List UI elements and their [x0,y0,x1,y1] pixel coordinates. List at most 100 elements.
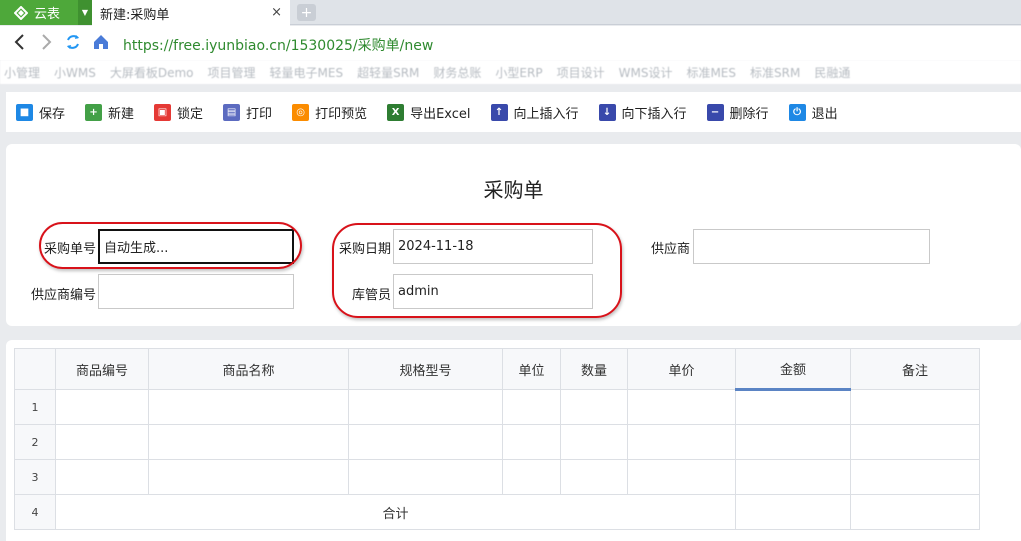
bookmark-item[interactable]: 项目设计 [557,64,605,81]
grid-cell[interactable] [560,459,628,495]
total-cell [850,494,980,530]
bookmark-item[interactable]: WMS设计 [619,64,673,81]
po-date-field[interactable]: 2024-11-18 [393,229,593,264]
toolbar-button-label: 退出 [811,106,838,122]
new-tab-button[interactable]: + [297,4,316,21]
row-number: 1 [14,389,56,425]
toolbar-button-insert-row-above[interactable]: ↑ 向上插入行 [490,103,579,122]
bookmark-item[interactable]: 小WMS [54,64,96,81]
bookmark-item[interactable]: 超轻量SRM [357,64,419,81]
print-preview-icon: ◎ [292,103,310,121]
total-cell [735,494,851,530]
browser-tab-strip: 云表 ▼ 新建:采购单 × + [0,0,1021,26]
column-header[interactable]: 商品编号 [55,348,149,390]
add-icon: + [85,103,103,121]
bookmark-item[interactable]: 大屏看板Demo [110,64,194,81]
toolbar-button-excel[interactable]: X 导出Excel [387,103,471,122]
tab-new-purchase-order[interactable]: 新建:采购单 × [92,0,290,26]
bookmark-item[interactable]: 小型ERP [495,64,542,81]
grid-cell[interactable] [850,424,980,460]
column-header-selected[interactable]: 金额 [735,348,851,391]
toolbar-button-label: 新建 [108,106,135,122]
grid-cell[interactable] [148,389,349,425]
grid-cell[interactable] [348,424,503,460]
tab-title: 新建:采购单 [100,7,170,23]
keeper-field[interactable]: admin [393,274,593,309]
toolbar-button-label: 删除行 [729,106,769,122]
grid-cell[interactable] [148,424,349,460]
insert-row-above-icon: ↑ [490,103,508,121]
table-row: 4 合计 [14,494,980,530]
bookmark-item[interactable]: 财务总账 [433,64,481,81]
detail-grid-panel: 商品编号 商品名称 规格型号 单位 数量 单价 金额 备注 1 2 3 4 合计 [6,340,1021,541]
toolbar-button-print-preview[interactable]: ◎ 打印预览 [292,103,367,122]
toolbar-button-delete-row[interactable]: − 删除行 [706,103,769,122]
grid-cell[interactable] [627,389,736,425]
grid-cell[interactable] [502,459,561,495]
brand-label: 云表 [34,7,61,22]
toolbar-button-label: 向上插入行 [513,106,579,122]
excel-icon: X [387,103,405,121]
table-row: 2 [14,424,980,460]
chevron-down-icon[interactable]: ▼ [78,0,92,25]
logo-icon [14,5,28,20]
grid-cell[interactable] [850,459,980,495]
column-header[interactable]: 数量 [560,348,628,390]
toolbar-button-label: 锁定 [177,106,204,122]
forward-icon[interactable] [40,33,54,54]
toolbar-button-label: 保存 [39,106,66,122]
supplier-code-field[interactable] [98,274,294,309]
grid-cell[interactable] [850,389,980,425]
home-icon[interactable] [92,33,110,54]
grid-cell[interactable] [627,459,736,495]
column-header[interactable]: 单位 [502,348,561,390]
grid-cell[interactable] [55,424,149,460]
toolbar-button-add[interactable]: + 新建 [85,103,134,122]
grid-cell[interactable] [560,424,628,460]
back-icon[interactable] [12,33,26,54]
column-header[interactable]: 备注 [850,348,980,390]
total-label: 合计 [55,494,736,530]
toolbar-button-label: 向下插入行 [621,106,687,122]
toolbar-button-power[interactable]: ⏻ 退出 [788,103,838,122]
bookmark-item[interactable]: 民融通 [814,64,850,81]
column-header[interactable]: 商品名称 [148,348,349,390]
app-menu-button[interactable]: 云表 [0,0,78,25]
column-header[interactable]: 单价 [627,348,736,390]
close-icon[interactable]: × [271,5,282,20]
bookmark-item[interactable]: 小管理 [4,64,40,81]
power-icon: ⏻ [788,103,806,121]
bookmark-item[interactable]: 标准MES [686,64,736,81]
toolbar-button-save[interactable]: ■ 保存 [16,103,65,122]
corner-cell [14,348,56,390]
grid-cell[interactable] [502,424,561,460]
grid-header-row: 商品编号 商品名称 规格型号 单位 数量 单价 金额 备注 [14,348,980,391]
grid-cell[interactable] [560,389,628,425]
supplier-label: 供应商 [651,242,691,257]
bookmarks-bar: 小管理 小WMS 大屏看板Demo 项目管理 轻量电子MES 超轻量SRM 财务总账 小型ER… [0,60,1021,84]
toolbar-button-print[interactable]: ▤ 打印 [223,103,272,122]
lock-icon: ▣ [154,103,172,121]
grid-cell[interactable] [502,389,561,425]
supplier-field[interactable] [693,229,930,264]
grid-cell[interactable] [348,389,503,425]
table-row: 1 [14,389,980,425]
po-number-field[interactable]: 自动生成... [98,229,294,264]
url-text[interactable]: https://free.iyunbiao.cn/1530025/采购单/new [123,35,433,55]
bookmark-item[interactable]: 轻量电子MES [270,64,344,81]
toolbar-button-lock[interactable]: ▣ 锁定 [154,103,203,122]
bookmark-item[interactable]: 项目管理 [208,64,256,81]
refresh-icon[interactable] [64,33,82,54]
grid-cell[interactable] [627,424,736,460]
grid-cell[interactable] [55,389,149,425]
grid-cell[interactable] [735,424,851,460]
grid-cell[interactable] [148,459,349,495]
toolbar-button-insert-row-below[interactable]: ↓ 向下插入行 [598,103,687,122]
column-header[interactable]: 规格型号 [348,348,503,390]
save-icon: ■ [16,103,33,121]
grid-cell[interactable] [55,459,149,495]
grid-cell[interactable] [735,459,851,495]
grid-cell[interactable] [735,389,851,425]
grid-cell[interactable] [348,459,503,495]
bookmark-item[interactable]: 标准SRM [750,64,800,81]
